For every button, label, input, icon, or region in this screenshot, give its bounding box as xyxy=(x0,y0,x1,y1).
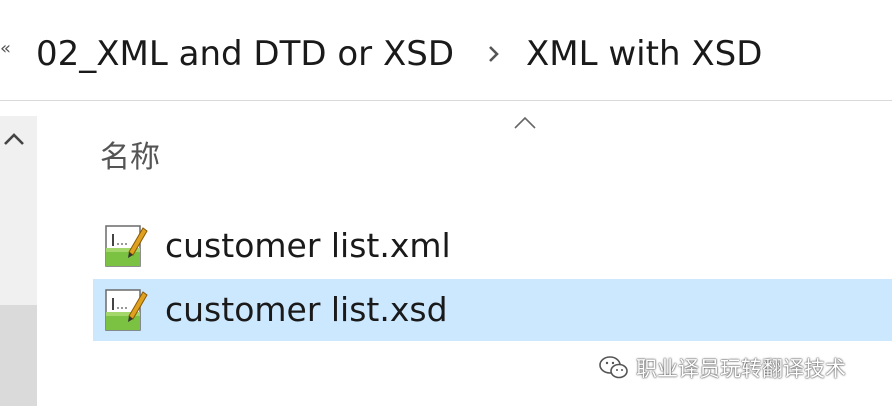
watermark-text: 职业译员玩转翻译技术 xyxy=(636,357,846,381)
notepadpp-file-icon xyxy=(105,289,148,331)
sort-up-icon xyxy=(514,116,536,129)
file-name: customer list.xml xyxy=(165,226,451,265)
chevron-right-icon[interactable] xyxy=(486,44,502,64)
column-header-name[interactable]: 名称 xyxy=(100,136,160,180)
breadcrumb-item-current[interactable]: XML with XSD xyxy=(526,32,762,76)
breadcrumb-item-parent[interactable]: 02_XML and DTD or XSD xyxy=(36,32,454,76)
watermark: 职业译员玩转翻译技术 xyxy=(598,352,846,384)
nav-pane-scrollbar-thumb[interactable] xyxy=(0,305,37,406)
double-chevron-left-icon[interactable]: « xyxy=(0,40,11,58)
address-bar[interactable]: « 02_XML and DTD or XSD XML with XSD xyxy=(0,0,892,101)
file-list-item-selected[interactable]: customer list.xsd xyxy=(93,279,892,341)
file-name: customer list.xsd xyxy=(165,290,448,329)
file-explorer-window: « 02_XML and DTD or XSD XML with XSD 名称 … xyxy=(0,0,892,406)
wechat-icon xyxy=(599,356,628,379)
chevron-up-icon[interactable] xyxy=(2,130,26,148)
notepadpp-file-icon xyxy=(105,225,148,267)
file-list-item[interactable]: customer list.xml xyxy=(93,215,892,277)
